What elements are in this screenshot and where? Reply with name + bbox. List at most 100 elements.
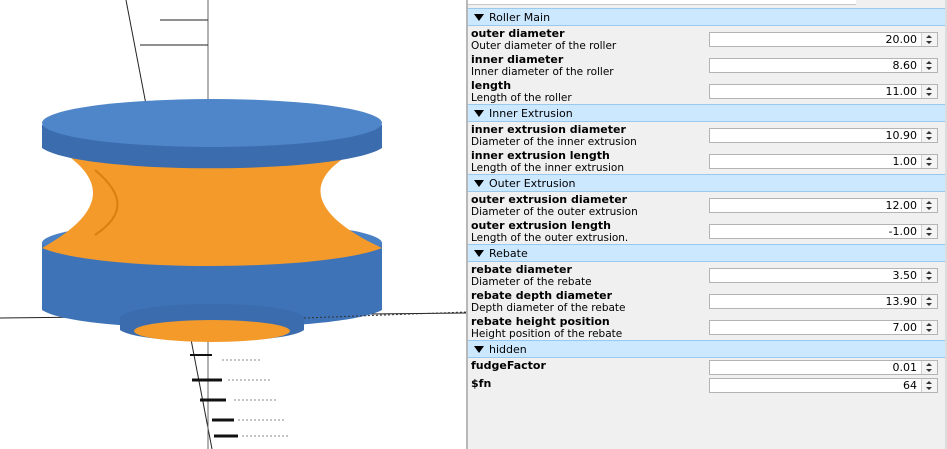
spin-down-icon[interactable] [926, 67, 932, 70]
spin-arrows[interactable] [921, 85, 937, 98]
param-description: Height position of the rebate [471, 328, 623, 340]
param-name: inner extrusion length [471, 149, 610, 162]
spin-arrows[interactable] [921, 225, 937, 238]
spin-up-icon[interactable] [926, 297, 932, 300]
param-row: inner extrusion diameter Diameter of the … [468, 122, 945, 148]
spin-down-icon[interactable] [926, 207, 932, 210]
param-name: rebate diameter [471, 263, 572, 276]
param-spinbox[interactable]: 13.90 [709, 294, 938, 309]
panel-toolbar-edge [468, 0, 856, 5]
spin-down-icon[interactable] [926, 41, 932, 44]
param-description: Diameter of the inner extrusion [471, 136, 637, 148]
spin-up-icon[interactable] [926, 363, 932, 366]
section-title: Rebate [489, 247, 528, 260]
param-row: rebate height position Height position of… [468, 314, 945, 340]
param-spinbox[interactable]: 11.00 [709, 84, 938, 99]
spin-up-icon[interactable] [926, 35, 932, 38]
spin-down-icon[interactable] [926, 233, 932, 236]
spin-down-icon[interactable] [926, 93, 932, 96]
spin-arrows[interactable] [921, 129, 937, 142]
spin-down-icon[interactable] [926, 163, 932, 166]
section-header-0[interactable]: Roller Main [468, 8, 945, 26]
spin-down-icon[interactable] [926, 329, 932, 332]
param-spinbox[interactable]: 20.00 [709, 32, 938, 47]
param-spinbox[interactable]: 12.00 [709, 198, 938, 213]
customizer-panel: Roller Main outer diameter Outer diameter … [468, 0, 947, 449]
spin-arrows[interactable] [921, 59, 937, 72]
param-spinbox[interactable]: 8.60 [709, 58, 938, 73]
param-row: rebate diameter Diameter of the rebate 3.5… [468, 262, 945, 288]
section-title: Inner Extrusion [489, 107, 573, 120]
param-spinbox[interactable]: 64 [709, 378, 938, 393]
spin-up-icon[interactable] [926, 201, 932, 204]
section-title: Outer Extrusion [489, 177, 576, 190]
param-description: Length of the inner extrusion [471, 162, 624, 174]
spin-arrows[interactable] [921, 295, 937, 308]
spin-arrows[interactable] [921, 361, 937, 374]
param-value[interactable]: 3.50 [893, 269, 918, 282]
upper-flange-top [42, 99, 382, 147]
param-name: outer diameter [471, 27, 565, 40]
param-spinbox[interactable]: 1.00 [709, 154, 938, 169]
param-name: fudgeFactor [471, 359, 546, 372]
collapse-triangle-icon [474, 249, 484, 257]
param-spinbox[interactable]: -1.00 [709, 224, 938, 239]
param-description: Diameter of the rebate [471, 276, 592, 288]
param-spinbox[interactable]: 3.50 [709, 268, 938, 283]
param-row: inner diameter Inner diameter of the roll… [468, 52, 945, 78]
section-header-1[interactable]: Inner Extrusion [468, 104, 945, 122]
param-row: length Length of the roller 11.00 [468, 78, 945, 104]
spin-up-icon[interactable] [926, 381, 932, 384]
section-header-4[interactable]: hidden [468, 340, 945, 358]
parameter-sections: Roller Main outer diameter Outer diameter … [468, 8, 945, 394]
param-row: outer extrusion diameter Diameter of the … [468, 192, 945, 218]
spin-arrows[interactable] [921, 33, 937, 46]
spin-arrows[interactable] [921, 379, 937, 392]
param-name: $fn [471, 377, 492, 390]
param-description: Length of the outer extrusion. [471, 232, 629, 244]
spin-up-icon[interactable] [926, 227, 932, 230]
section-header-2[interactable]: Outer Extrusion [468, 174, 945, 192]
param-value[interactable]: 20.00 [886, 33, 918, 46]
collapse-triangle-icon [474, 109, 484, 117]
param-description: Inner diameter of the roller [471, 66, 614, 78]
param-name: rebate depth diameter [471, 289, 612, 302]
spin-arrows[interactable] [921, 269, 937, 282]
spin-up-icon[interactable] [926, 271, 932, 274]
spin-arrows[interactable] [921, 155, 937, 168]
3d-viewport[interactable] [0, 0, 466, 449]
spin-up-icon[interactable] [926, 61, 932, 64]
section-header-3[interactable]: Rebate [468, 244, 945, 262]
spin-up-icon[interactable] [926, 131, 932, 134]
param-description: Outer diameter of the roller [471, 40, 617, 52]
param-row: outer extrusion length Length of the oute… [468, 218, 945, 244]
spin-arrows[interactable] [921, 321, 937, 334]
spin-up-icon[interactable] [926, 157, 932, 160]
param-spinbox[interactable]: 10.90 [709, 128, 938, 143]
bore-opening [134, 320, 290, 342]
param-value[interactable]: 13.90 [886, 295, 918, 308]
spin-up-icon[interactable] [926, 87, 932, 90]
param-value[interactable]: 64 [903, 379, 917, 392]
param-row: $fn 64 [468, 376, 945, 394]
param-value[interactable]: 0.01 [893, 361, 918, 374]
spin-down-icon[interactable] [926, 369, 932, 372]
spin-up-icon[interactable] [926, 323, 932, 326]
param-value[interactable]: 11.00 [886, 85, 918, 98]
param-value[interactable]: 12.00 [886, 199, 918, 212]
param-value[interactable]: 8.60 [893, 59, 918, 72]
param-value[interactable]: -1.00 [889, 225, 917, 238]
param-name: length [471, 79, 512, 92]
spin-arrows[interactable] [921, 199, 937, 212]
param-value[interactable]: 10.90 [886, 129, 918, 142]
param-value[interactable]: 7.00 [893, 321, 918, 334]
param-name: inner diameter [471, 53, 564, 66]
param-spinbox[interactable]: 0.01 [709, 360, 938, 375]
spin-down-icon[interactable] [926, 137, 932, 140]
param-spinbox[interactable]: 7.00 [709, 320, 938, 335]
spin-down-icon[interactable] [926, 387, 932, 390]
param-value[interactable]: 1.00 [893, 155, 918, 168]
roller-model-render [0, 0, 466, 449]
spin-down-icon[interactable] [926, 277, 932, 280]
spin-down-icon[interactable] [926, 303, 932, 306]
